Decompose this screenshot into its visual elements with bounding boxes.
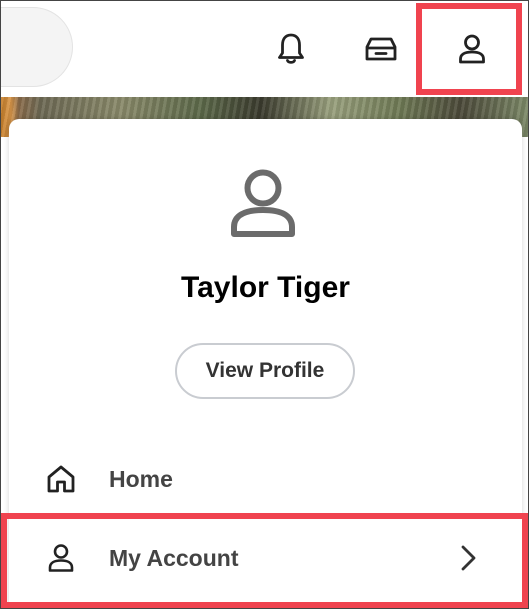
menu-item-label: Home <box>109 465 173 492</box>
menu-item-label: My Account <box>109 544 239 571</box>
home-icon <box>45 463 77 495</box>
top-bar <box>1 1 528 101</box>
avatar-icon <box>231 169 295 237</box>
view-profile-button[interactable]: View Profile <box>175 343 355 399</box>
user-name: Taylor Tiger <box>181 271 350 304</box>
user-icon <box>45 542 77 574</box>
app-window: Taylor Tiger View Profile Home My Accoun… <box>0 0 529 609</box>
menu-item-home[interactable]: Home <box>9 449 522 509</box>
profile-button-highlight <box>416 3 522 95</box>
search-bar[interactable] <box>1 7 73 87</box>
bell-icon <box>278 33 304 64</box>
chevron-right-icon <box>461 545 476 571</box>
inbox-button[interactable] <box>353 21 409 77</box>
profile-dropdown-menu: Taylor Tiger View Profile Home My Accoun… <box>9 119 522 608</box>
inbox-icon <box>365 37 397 61</box>
menu-item-my-account[interactable]: My Account <box>9 528 522 588</box>
notifications-button[interactable] <box>263 21 319 77</box>
